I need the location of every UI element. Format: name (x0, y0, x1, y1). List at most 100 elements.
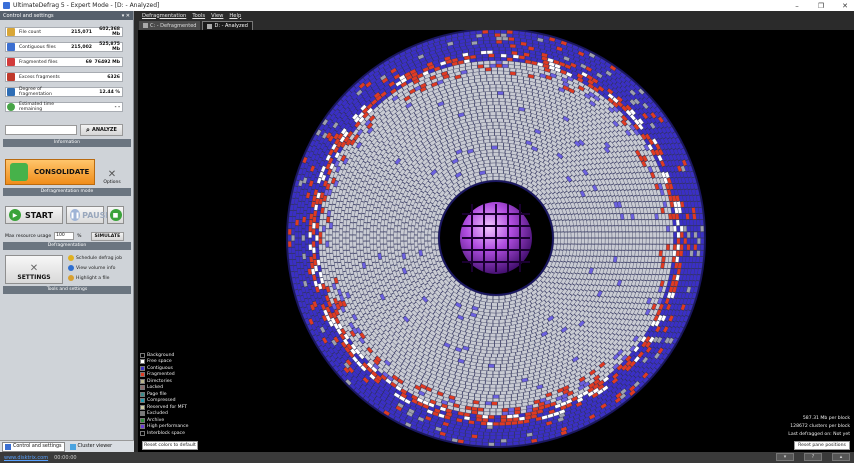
cluster-block[interactable] (496, 411, 503, 416)
cluster-block[interactable] (386, 228, 391, 235)
cluster-block[interactable] (682, 250, 687, 257)
cluster-block[interactable] (665, 225, 670, 232)
cluster-block[interactable] (505, 373, 512, 378)
cluster-block[interactable] (493, 425, 499, 430)
cluster-block[interactable] (690, 238, 694, 245)
cluster-block[interactable] (493, 350, 499, 355)
cluster-block[interactable] (607, 244, 612, 251)
cluster-block[interactable] (308, 250, 313, 257)
cluster-block[interactable] (494, 340, 501, 344)
cluster-block[interactable] (502, 84, 509, 89)
cluster-block[interactable] (693, 244, 698, 251)
cluster-block[interactable] (482, 438, 489, 443)
cluster-block[interactable] (502, 40, 509, 45)
cluster-block[interactable] (321, 238, 326, 245)
disk-map[interactable]: Background Free space Contiguous Fragmented… (138, 30, 854, 452)
cluster-block[interactable] (480, 373, 487, 378)
cluster-block[interactable] (618, 238, 623, 245)
cluster-block[interactable] (496, 432, 503, 436)
cluster-block[interactable] (700, 238, 705, 245)
cluster-block[interactable] (349, 247, 354, 254)
cluster-block[interactable] (693, 238, 698, 245)
cluster-block[interactable] (492, 101, 500, 106)
cluster-block[interactable] (502, 435, 509, 440)
cluster-block[interactable] (480, 421, 487, 426)
cluster-block[interactable] (679, 225, 684, 232)
cluster-block[interactable] (689, 225, 694, 232)
cluster-block[interactable] (488, 104, 495, 109)
cluster-block[interactable] (692, 219, 697, 226)
cluster-block[interactable] (499, 370, 506, 375)
cluster-block[interactable] (506, 417, 513, 422)
cluster-block[interactable] (655, 244, 660, 251)
cluster-block[interactable] (679, 244, 684, 251)
cluster-block[interactable] (666, 231, 671, 238)
cluster-block[interactable] (342, 238, 347, 245)
cluster-block[interactable] (686, 244, 691, 251)
cluster-block[interactable] (349, 228, 354, 235)
cluster-block[interactable] (611, 238, 616, 245)
cluster-block[interactable] (632, 231, 636, 238)
cluster-block[interactable] (325, 235, 330, 241)
options-button[interactable]: ✕ Options (100, 159, 124, 185)
cluster-block[interactable] (624, 225, 630, 232)
cluster-block[interactable] (325, 228, 330, 235)
cluster-block[interactable] (477, 407, 484, 412)
cluster-block[interactable] (638, 238, 643, 245)
cluster-block[interactable] (502, 87, 509, 93)
cluster-block[interactable] (672, 219, 677, 226)
cluster-block[interactable] (505, 98, 512, 103)
cluster-block[interactable] (352, 222, 358, 229)
cluster-block[interactable] (597, 238, 602, 245)
cluster-block[interactable] (359, 238, 364, 245)
disk-platter-map[interactable] (138, 30, 854, 452)
cluster-block[interactable] (503, 377, 510, 382)
cluster-block[interactable] (356, 231, 360, 238)
cluster-block[interactable] (345, 231, 350, 238)
cluster-block[interactable] (287, 235, 292, 241)
cluster-block[interactable] (373, 231, 377, 238)
cluster-block[interactable] (648, 225, 653, 232)
cluster-block[interactable] (502, 356, 509, 361)
cluster-block[interactable] (621, 238, 626, 245)
cluster-block[interactable] (483, 411, 490, 416)
cluster-block[interactable] (509, 427, 517, 433)
cluster-block[interactable] (494, 53, 501, 58)
cluster-block[interactable] (486, 346, 493, 351)
cluster-block[interactable] (696, 238, 701, 245)
cluster-block[interactable] (506, 390, 513, 395)
cluster-block[interactable] (489, 60, 496, 65)
cluster-block[interactable] (325, 247, 330, 254)
cluster-block[interactable] (491, 381, 498, 385)
cluster-block[interactable] (339, 241, 343, 248)
cluster-block[interactable] (500, 33, 507, 38)
cluster-block[interactable] (488, 339, 495, 344)
cluster-block[interactable] (491, 94, 498, 99)
cluster-block[interactable] (506, 57, 513, 62)
cluster-block[interactable] (486, 421, 493, 426)
cluster-block[interactable] (373, 238, 377, 245)
cluster-block[interactable] (679, 231, 684, 238)
cluster-block[interactable] (488, 108, 495, 113)
cluster-block[interactable] (315, 234, 319, 242)
view-volume-info-link[interactable]: View volume info (68, 264, 115, 272)
cluster-block[interactable] (329, 247, 334, 254)
schedule-defrag-link[interactable]: Schedule defrag job (68, 254, 122, 262)
panel-pin-icon[interactable]: ▾ ✕ (122, 13, 130, 19)
cluster-block[interactable] (673, 238, 677, 245)
menu-tools[interactable]: Tools (192, 13, 205, 19)
simulate-button[interactable]: SIMULATE (90, 231, 125, 241)
cluster-block[interactable] (500, 363, 507, 368)
cluster-block[interactable] (288, 222, 293, 229)
cluster-block[interactable] (508, 60, 515, 66)
cluster-block[interactable] (483, 407, 490, 412)
cluster-block[interactable] (483, 387, 490, 392)
cluster-block[interactable] (304, 231, 309, 238)
cluster-block[interactable] (329, 222, 334, 229)
maximize-button[interactable]: ❐ (816, 2, 826, 10)
max-resource-select[interactable]: 100 (54, 232, 75, 240)
cluster-block[interactable] (508, 410, 515, 416)
cluster-block[interactable] (287, 228, 292, 235)
cluster-block[interactable] (503, 43, 510, 48)
cluster-block[interactable] (497, 67, 504, 72)
